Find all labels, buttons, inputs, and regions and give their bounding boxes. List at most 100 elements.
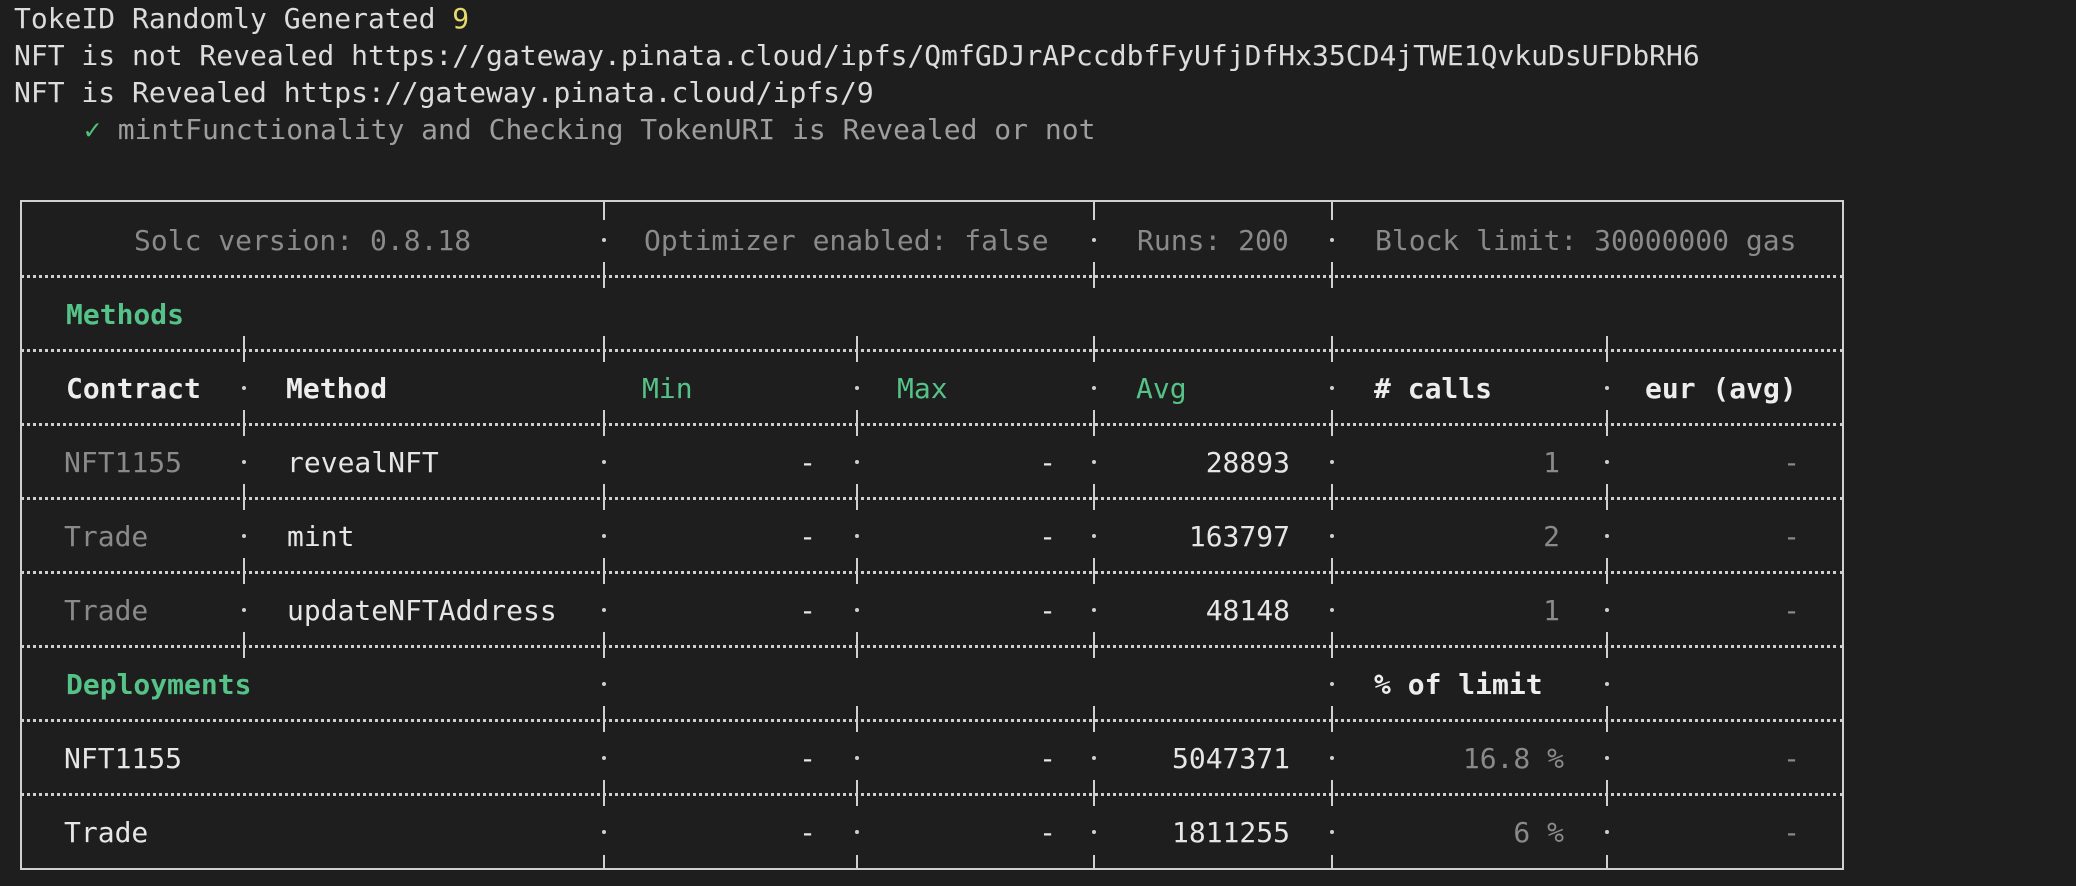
column-separator xyxy=(856,632,858,658)
column-eur: eur (avg) xyxy=(1645,372,1797,405)
column-separator xyxy=(1093,410,1095,436)
deployment-eur: - xyxy=(1783,742,1800,775)
column-separator xyxy=(243,484,245,510)
cell-separator-dot xyxy=(1330,756,1334,760)
method-min: - xyxy=(799,520,816,553)
cell-separator-dot xyxy=(1330,534,1334,538)
deployment-min: - xyxy=(799,742,816,775)
cell-separator-dot xyxy=(1330,238,1334,242)
column-separator xyxy=(603,262,605,288)
cell-separator-dot xyxy=(1330,460,1334,464)
deployment-contract: Trade xyxy=(64,816,149,849)
column-separator xyxy=(856,484,858,510)
method-max: - xyxy=(1039,446,1056,479)
column-separator xyxy=(1606,855,1608,870)
cell-separator-dot xyxy=(1092,534,1096,538)
table-bottom-border xyxy=(20,868,1844,870)
column-separator xyxy=(1093,632,1095,658)
percent-of-limit-label: % of limit xyxy=(1374,668,1543,701)
cell-separator-dot xyxy=(602,682,606,686)
column-separator xyxy=(603,632,605,658)
column-separator xyxy=(1093,706,1095,732)
row-divider xyxy=(20,793,1844,796)
column-separator xyxy=(603,200,605,220)
column-separator xyxy=(603,706,605,732)
cell-separator-dot xyxy=(1605,386,1609,390)
cell-separator-dot xyxy=(855,386,859,390)
column-separator xyxy=(243,558,245,584)
method-contract: Trade xyxy=(64,594,149,627)
column-separator xyxy=(1331,336,1333,362)
cell-separator-dot xyxy=(855,756,859,760)
column-separator xyxy=(856,410,858,436)
column-separator xyxy=(1331,200,1333,220)
column-separator xyxy=(603,558,605,584)
method-contract: Trade xyxy=(64,520,149,553)
deployment-percent: 16.8 % xyxy=(1462,742,1564,775)
column-avg: Avg xyxy=(1136,372,1187,405)
method-avg: 163797 xyxy=(1188,520,1290,553)
column-separator xyxy=(603,336,605,362)
cell-separator-dot xyxy=(242,460,246,464)
column-separator xyxy=(1093,336,1095,362)
method-calls: 2 xyxy=(1543,520,1560,553)
cell-separator-dot xyxy=(1605,608,1609,612)
column-separator xyxy=(1331,410,1333,436)
column-separator xyxy=(1093,780,1095,806)
deployment-min: - xyxy=(799,816,816,849)
column-separator xyxy=(856,780,858,806)
solc-version: Solc version: 0.8.18 xyxy=(134,224,472,257)
row-divider xyxy=(20,275,1844,278)
cell-separator-dot xyxy=(1092,460,1096,464)
column-max: Max xyxy=(897,372,948,405)
cell-separator-dot xyxy=(1330,682,1334,686)
cell-separator-dot xyxy=(1092,238,1096,242)
column-calls: # calls xyxy=(1374,372,1493,405)
cell-separator-dot xyxy=(1092,756,1096,760)
cell-separator-dot xyxy=(1605,460,1609,464)
cell-separator-dot xyxy=(242,608,246,612)
column-separator xyxy=(1606,780,1608,806)
column-separator xyxy=(603,780,605,806)
block-limit: Block limit: 30000000 gas xyxy=(1375,224,1797,257)
method-min: - xyxy=(799,446,816,479)
cell-separator-dot xyxy=(1605,830,1609,834)
column-separator xyxy=(1606,410,1608,436)
cell-separator-dot xyxy=(1330,830,1334,834)
cell-separator-dot xyxy=(1092,386,1096,390)
method-calls: 1 xyxy=(1543,594,1560,627)
column-separator xyxy=(243,632,245,658)
table-top-border xyxy=(20,200,1844,202)
methods-title: Methods xyxy=(66,298,185,331)
table-left-border xyxy=(20,200,22,870)
cell-separator-dot xyxy=(1092,830,1096,834)
column-separator xyxy=(603,410,605,436)
column-separator xyxy=(1331,484,1333,510)
column-separator xyxy=(1606,336,1608,362)
row-divider xyxy=(20,349,1844,352)
cell-separator-dot xyxy=(1605,756,1609,760)
method-max: - xyxy=(1039,520,1056,553)
row-divider xyxy=(20,571,1844,574)
deployment-max: - xyxy=(1039,816,1056,849)
cell-separator-dot xyxy=(1605,534,1609,538)
table-right-border xyxy=(1842,200,1844,870)
column-separator xyxy=(856,855,858,870)
deployment-contract: NFT1155 xyxy=(64,742,183,775)
deployment-percent: 6 % xyxy=(1513,816,1564,849)
method-contract: NFT1155 xyxy=(64,446,183,479)
cell-separator-dot xyxy=(602,238,606,242)
cell-separator-dot xyxy=(1330,608,1334,612)
terminal-window: TokeID Randomly Generated 9 NFT is not R… xyxy=(0,0,2076,886)
method-max: - xyxy=(1039,594,1056,627)
method-name: updateNFTAddress xyxy=(287,594,557,627)
method-min: - xyxy=(799,594,816,627)
deployments-title: Deployments xyxy=(66,668,252,701)
method-eur: - xyxy=(1783,594,1800,627)
method-avg: 48148 xyxy=(1205,594,1290,627)
column-separator xyxy=(1606,706,1608,732)
method-name: revealNFT xyxy=(287,446,439,479)
cell-separator-dot xyxy=(1330,386,1334,390)
column-separator xyxy=(856,336,858,362)
column-separator xyxy=(243,410,245,436)
